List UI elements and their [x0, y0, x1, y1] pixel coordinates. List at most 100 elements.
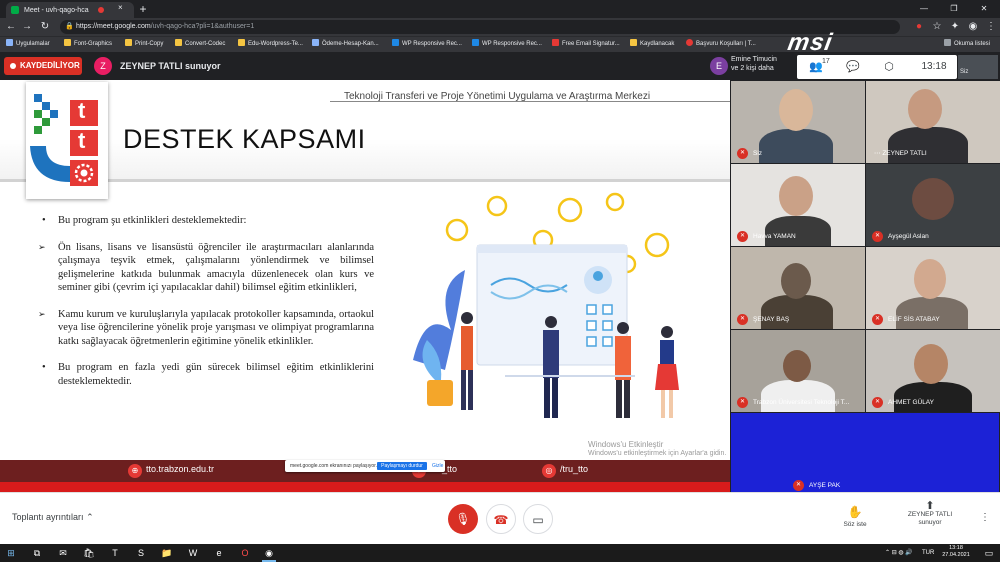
participant-tile[interactable]: ✕ Ayşegül Aslan [866, 164, 1000, 246]
word-icon[interactable]: W [186, 544, 200, 562]
participant-tile[interactable]: ✕ Havva YAMAN [731, 164, 865, 246]
screen-share-popup: meet.google.com ekranınızı paylaşıyor. P… [285, 460, 445, 472]
bullet-item: Bu program en fazla yedi gün sürecek bil… [38, 361, 374, 388]
bookmark-item[interactable]: WP Responsive Rec... [472, 38, 542, 50]
participant-name: ELİF SİS ATABAY [888, 316, 940, 323]
meeting-details-button[interactable]: Toplantı ayrıntıları ⌃ [12, 512, 94, 523]
extensions-icon[interactable]: ✦ [948, 18, 962, 36]
bookmark-item[interactable]: Convert-Codec [175, 38, 225, 50]
mic-off-icon: ✕ [793, 480, 804, 491]
instagram-icon: ◎ [542, 464, 556, 478]
system-clock[interactable]: 13:18 27.04.2021 [939, 545, 973, 559]
center-name: Teknoloji Transferi ve Proje Yönetimi Uy… [344, 91, 651, 102]
presenter-avatar: Z [94, 57, 112, 75]
windows-activation-watermark: Windows'u Etkinleştir Windows'u etkinleş… [588, 440, 727, 457]
self-thumbnail[interactable]: Siz [958, 55, 998, 79]
logo-letter-t2: t [78, 128, 86, 153]
presentation-button[interactable]: ⬆ ZEYNEP TATLI sunuyor [905, 500, 955, 527]
footer-instagram: /tru_tto [560, 464, 589, 474]
address-bar[interactable]: 🔒 https://meet.google.com/uvh-qago-hca?p… [60, 20, 900, 34]
browser-tab[interactable]: Meet - uvh-qago-hca × [6, 2, 134, 18]
recording-dot-icon [98, 7, 104, 13]
recording-badge[interactable]: KAYDEDİLİYOR [4, 57, 82, 75]
more-options-icon[interactable]: ⋮ [980, 512, 990, 523]
participant-name: AHMET GÜLAY [888, 399, 934, 406]
footer-website: tto.trabzon.edu.tr [146, 464, 215, 474]
bookmark-item[interactable]: Free Email Signatur... [552, 38, 620, 50]
keyboard-language[interactable]: TUR [922, 544, 934, 562]
speaker-more: ve 2 kişi daha [731, 65, 774, 72]
participant-grid: ✕ Siz ⋯ ZEYNEP TATLI ✕ Havva YAMAN ✕ Ayş… [730, 80, 1000, 495]
bookmark-item[interactable]: WP Responsive Rec... [392, 38, 462, 50]
participant-tile[interactable]: ✕ ŞENAY BAŞ [731, 247, 865, 329]
camera-toggle-button[interactable]: ▭ [523, 504, 553, 534]
activities-icon[interactable]: ⬡ [879, 57, 899, 77]
participant-tile[interactable]: ✕ Trabzon Üniversitesi Teknoloji T... [731, 330, 865, 412]
tto-logo: t t [26, 82, 108, 199]
profile-icon[interactable]: ◉ [966, 18, 980, 36]
opera-icon[interactable]: O [238, 544, 252, 562]
hide-popup-link[interactable]: Gizle [432, 460, 443, 472]
camera-icon: ▭ [532, 513, 544, 527]
tray-icons[interactable]: ⌃ ⊟ ◍ 🔊 [885, 544, 913, 562]
store-icon[interactable]: 🛍 [82, 544, 96, 562]
participant-tile[interactable]: ✕ ELİF SİS ATABAY [866, 247, 1000, 329]
file-explorer-icon[interactable]: 📁 [160, 544, 174, 562]
task-view-icon[interactable]: ⧉ [30, 544, 44, 562]
participant-tile[interactable]: ✕ Siz [731, 81, 865, 163]
leave-call-button[interactable]: ☎ [486, 504, 516, 534]
bullet-intro: Bu program şu etkinlikleri desteklemekte… [38, 214, 374, 228]
web-icon: ⊕ [128, 464, 142, 478]
microphone-toggle-button[interactable]: 🎙 [448, 504, 478, 534]
slide-bullet-list: Bu program şu etkinlikleri desteklemekte… [38, 214, 374, 401]
reload-icon[interactable]: ↻ [38, 18, 52, 36]
chevron-up-icon: ⌃ [86, 512, 94, 522]
speaker-avatar: E [710, 57, 728, 75]
back-arrow-icon[interactable]: ← [4, 18, 18, 36]
bookmark-item[interactable]: Print-Copy [125, 38, 163, 50]
participant-name: ŞENAY BAŞ [753, 316, 790, 323]
bookmark-item[interactable]: Edu-Wordpress-Te... [238, 38, 303, 50]
mail-icon[interactable]: ✉ [56, 544, 70, 562]
raise-hand-label: Söz iste [843, 521, 867, 528]
participant-tile[interactable]: ⋯ ZEYNEP TATLI [866, 81, 1000, 163]
bookmark-apps[interactable]: Uygulamalar [6, 38, 50, 50]
notifications-icon[interactable]: ▭ [982, 544, 996, 562]
participant-name: AYŞE PAK [809, 482, 841, 489]
new-tab-button[interactable]: + [136, 2, 150, 16]
mic-off-icon: 🎙 [455, 512, 471, 526]
presenting-status: ZEYNEP TATLI sunuyor [120, 61, 221, 71]
shared-slide: Teknoloji Transferi ve Proje Yönetimi Uy… [0, 80, 730, 492]
tto-logo-mark-icon [30, 94, 98, 186]
chat-icon[interactable]: 💬 [843, 57, 863, 77]
teams-icon[interactable]: T [108, 544, 122, 562]
participant-name: Siz [753, 150, 763, 157]
chrome-icon[interactable]: ◉ [262, 544, 276, 562]
present-icon: ⬆ [925, 500, 935, 512]
url-host: https://meet.google.com [76, 23, 151, 30]
bookmark-item[interactable]: Font-Graphics [64, 38, 112, 50]
reading-list[interactable]: Okuma listesi [944, 38, 990, 50]
tab-close-icon[interactable]: × [118, 3, 123, 12]
participant-name: Havva YAMAN [753, 233, 796, 240]
maximize-button[interactable]: ❐ [940, 0, 968, 18]
bookmark-item[interactable]: Başvuru Koşulları | T... [686, 38, 756, 50]
slide-bottom-bar [0, 482, 730, 492]
edge-icon[interactable]: e [212, 544, 226, 562]
participant-tile[interactable]: ✕ AYŞE PAK [731, 413, 999, 495]
url-path: /uvh-qago-hca?pli=1&authuser=1 [150, 23, 255, 30]
bookmark-item[interactable]: Ödeme-Hesap-Kan... [312, 38, 379, 50]
forward-arrow-icon[interactable]: → [20, 18, 34, 36]
stop-sharing-button[interactable]: Paylaşmayı durdur [377, 462, 427, 470]
window-close-button[interactable]: ✕ [970, 0, 998, 18]
participant-tile[interactable]: ✕ AHMET GÜLAY [866, 330, 1000, 412]
presenter-status: sunuyor [918, 519, 942, 526]
skype-icon[interactable]: S [134, 544, 148, 562]
browser-menu-icon[interactable]: ⋮ [984, 18, 998, 36]
minimize-button[interactable]: — [910, 0, 938, 18]
raise-hand-button[interactable]: ✋ Söz iste [838, 505, 872, 528]
presenter-name: ZEYNEP TATLI [907, 511, 953, 518]
windows-start-icon[interactable]: ⊞ [4, 544, 18, 562]
meet-favicon-icon [11, 6, 19, 14]
bookmark-item[interactable]: Kaydlanacak [630, 38, 674, 50]
